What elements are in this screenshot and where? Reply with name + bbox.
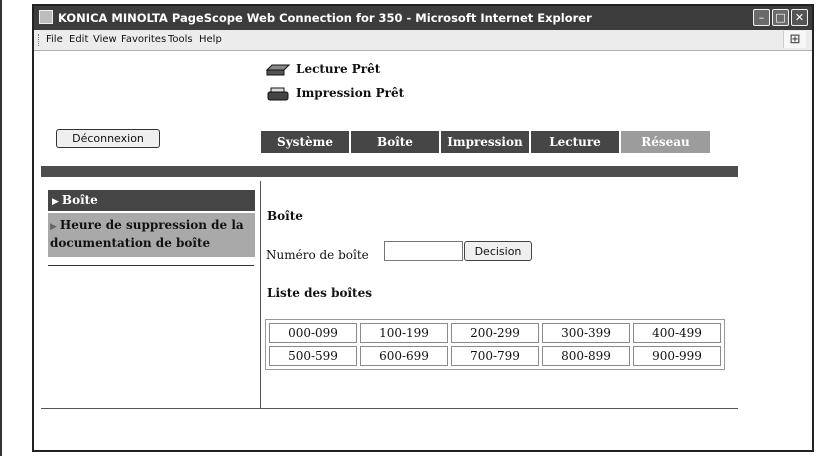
window-title: KONICA MINOLTA PageScope Web Connection … — [58, 11, 592, 25]
page-edge — [0, 0, 2, 456]
printer-icon — [267, 87, 289, 100]
box-range-cell[interactable]: 700-799 — [451, 346, 539, 366]
table-row: 500-599 600-699 700-799 800-899 900-999 — [269, 346, 721, 366]
sidebar-item-box[interactable]: ▶ Boîte — [48, 190, 255, 211]
box-number-input[interactable] — [384, 241, 463, 261]
table-row: 000-099 100-199 200-299 300-399 400-499 — [269, 323, 721, 343]
box-range-cell[interactable]: 500-599 — [269, 346, 357, 366]
box-range-cell[interactable]: 100-199 — [360, 323, 448, 343]
tab-network[interactable]: Réseau — [621, 131, 710, 153]
tab-scan[interactable]: Lecture — [531, 131, 619, 153]
minimize-button[interactable]: – — [753, 9, 770, 26]
decision-button[interactable]: Decision — [464, 241, 532, 261]
menu-favorites[interactable]: Favorites — [121, 34, 166, 45]
scanner-status-text: Lecture Prêt — [296, 62, 381, 76]
maximize-button[interactable]: □ — [772, 9, 789, 26]
page-content: Lecture Prêt Impression Prêt Déconnexion… — [34, 51, 812, 450]
sidebar-divider — [260, 181, 261, 408]
box-range-cell[interactable]: 400-499 — [633, 323, 721, 343]
scanner-status: Lecture Prêt — [266, 62, 380, 77]
close-button[interactable]: ✕ — [791, 9, 808, 26]
sidebar-item-label: Boîte — [61, 193, 98, 207]
sidebar-item-delete-time[interactable]: ▶ Heure de suppression de la documentatio… — [48, 213, 255, 257]
toolbar-grip — [38, 34, 41, 46]
box-range-cell[interactable]: 000-099 — [269, 323, 357, 343]
footer-divider — [41, 408, 738, 409]
printer-status-text: Impression Prêt — [296, 86, 405, 100]
menu-view[interactable]: View — [93, 34, 117, 45]
triangle-right-icon: ▶ — [52, 197, 59, 207]
box-list-heading: Liste des boîtes — [267, 286, 372, 300]
browser-window: KONICA MINOLTA PageScope Web Connection … — [32, 4, 814, 452]
triangle-right-icon: ▶ — [50, 222, 57, 232]
box-range-cell[interactable]: 300-399 — [542, 323, 630, 343]
box-range-cell[interactable]: 800-899 — [542, 346, 630, 366]
title-bar[interactable]: KONICA MINOLTA PageScope Web Connection … — [34, 6, 812, 30]
menu-tools[interactable]: Tools — [168, 34, 193, 45]
section-heading: Boîte — [267, 209, 303, 223]
menu-file[interactable]: File — [46, 34, 63, 45]
scanner-icon — [266, 64, 290, 75]
box-range-cell[interactable]: 200-299 — [451, 323, 539, 343]
menu-bar: File Edit View Favorites Tools Help ⊞ — [34, 30, 812, 51]
logout-button[interactable]: Déconnexion — [56, 129, 160, 148]
menu-help[interactable]: Help — [199, 34, 222, 45]
windows-logo-icon: ⊞ — [783, 31, 806, 48]
box-range-table: 000-099 100-199 200-299 300-399 400-499 … — [265, 319, 725, 370]
tab-print[interactable]: Impression — [441, 131, 529, 153]
tab-system[interactable]: Système — [261, 131, 349, 153]
header-divider-bar — [41, 166, 738, 177]
printer-status: Impression Prêt — [266, 86, 404, 101]
sidebar-separator — [48, 265, 254, 266]
menu-edit[interactable]: Edit — [69, 34, 88, 45]
tab-box[interactable]: Boîte — [351, 131, 439, 153]
ie-app-icon — [39, 10, 53, 24]
box-number-label: Numéro de boîte — [266, 248, 369, 262]
box-range-cell[interactable]: 900-999 — [633, 346, 721, 366]
sidebar-item-label: Heure de suppression de la documentation… — [50, 218, 244, 250]
box-range-cell[interactable]: 600-699 — [360, 346, 448, 366]
